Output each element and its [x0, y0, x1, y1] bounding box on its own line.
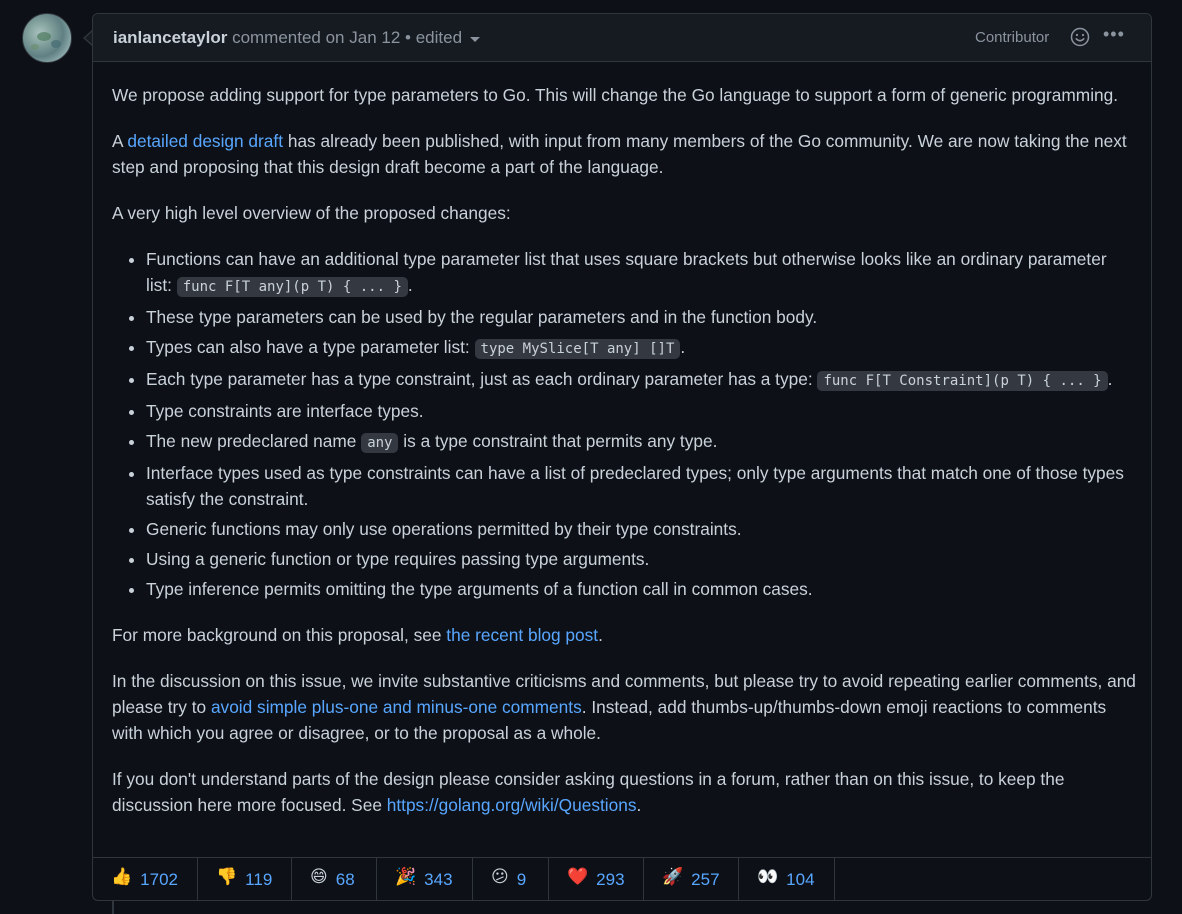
- design-draft-link[interactable]: detailed design draft: [127, 131, 283, 151]
- reactions-bar: 👍 1702 👎 119 😄 68 🎉 343 😕 9 ❤️ 293 🚀 257 👀 104: [93, 857, 1151, 901]
- author-link[interactable]: ianlancetaylor: [113, 28, 227, 47]
- eyes-icon: 👀: [757, 866, 779, 886]
- reaction-count: 68: [335, 869, 355, 889]
- reaction-laugh[interactable]: 😄 68: [292, 858, 377, 901]
- more-options-icon[interactable]: •••: [1103, 25, 1129, 46]
- list-item: Functions can have an additional type pa…: [146, 246, 1137, 300]
- edited-label: edited: [415, 28, 463, 47]
- comment-body: We propose adding support for type param…: [112, 82, 1137, 838]
- reaction-hooray[interactable]: 🎉 343: [377, 858, 473, 901]
- list-item: Type inference permits omitting the type…: [146, 576, 1137, 602]
- paragraph-intro: We propose adding support for type param…: [112, 85, 1119, 105]
- chevron-down-icon: [470, 37, 481, 43]
- thumbs-up-icon: 👍: [111, 866, 133, 886]
- reaction-count: 293: [596, 869, 625, 889]
- reaction-heart[interactable]: ❤️ 293: [549, 858, 644, 901]
- list-item: The new predeclared name any is a type c…: [146, 428, 1137, 456]
- changes-list: Functions can have an additional type pa…: [146, 246, 1137, 602]
- code-snippet: func F[T any](p T) { ... }: [176, 277, 408, 297]
- laugh-icon: 😄: [310, 866, 328, 886]
- issue-comment: ianlancetaylor commented on Jan 12 • edi…: [92, 13, 1152, 901]
- paragraph-background: For more background on this proposal, se…: [112, 625, 603, 645]
- list-item: These type parameters can be used by the…: [146, 304, 1137, 330]
- reaction-count: 104: [786, 869, 815, 889]
- comment-action[interactable]: commented on Jan 12: [232, 28, 400, 47]
- reaction-thumbs-up[interactable]: 👍 1702: [93, 858, 198, 901]
- reaction-eyes[interactable]: 👀 104: [739, 858, 835, 901]
- reaction-count: 119: [245, 869, 273, 889]
- questions-wiki-link[interactable]: https://golang.org/wiki/Questions: [387, 795, 637, 815]
- meta-separator: •: [405, 28, 411, 47]
- add-reaction-icon[interactable]: [1070, 27, 1090, 47]
- reaction-confused[interactable]: 😕 9: [473, 858, 549, 901]
- reaction-count: 9: [516, 869, 527, 889]
- list-item: Interface types used as type constraints…: [146, 460, 1137, 512]
- blog-post-link[interactable]: the recent blog post: [446, 625, 598, 645]
- paragraph-draft: A detailed design draft has already been…: [112, 131, 1127, 177]
- list-item: Type constraints are interface types.: [146, 398, 1137, 424]
- paragraph-discussion: In the discussion on this issue, we invi…: [112, 671, 1136, 743]
- reaction-thumbs-down[interactable]: 👎 119: [198, 858, 292, 901]
- code-snippet: any: [361, 433, 399, 453]
- timeline-line: [112, 901, 114, 914]
- comment-header: ianlancetaylor commented on Jan 12 • edi…: [93, 14, 1151, 62]
- thumbs-down-icon: 👎: [216, 866, 238, 886]
- heart-icon: ❤️: [567, 866, 589, 886]
- reaction-count: 257: [691, 869, 720, 889]
- reaction-count: 343: [424, 869, 453, 889]
- contributor-badge: Contributor: [975, 29, 1050, 46]
- reaction-count: 1702: [140, 869, 178, 889]
- paragraph-questions: If you don't understand parts of the des…: [112, 769, 1065, 815]
- code-snippet: type MySlice[T any] []T: [474, 339, 681, 359]
- hooray-icon: 🎉: [395, 866, 417, 886]
- confused-icon: 😕: [491, 866, 509, 886]
- list-item: Each type parameter has a type constrain…: [146, 366, 1137, 394]
- comment-meta: ianlancetaylor commented on Jan 12 • edi…: [113, 28, 481, 48]
- reaction-rocket[interactable]: 🚀 257: [644, 858, 739, 901]
- rocket-icon: 🚀: [662, 866, 684, 886]
- list-item: Using a generic function or type require…: [146, 546, 1137, 572]
- plus-one-guidance-link[interactable]: avoid simple plus-one and minus-one comm…: [211, 697, 582, 717]
- paragraph-overview: A very high level overview of the propos…: [112, 203, 511, 223]
- list-item: Types can also have a type parameter lis…: [146, 334, 1137, 362]
- edited-dropdown[interactable]: edited: [415, 28, 481, 47]
- list-item: Generic functions may only use operation…: [146, 516, 1137, 542]
- code-snippet: func F[T Constraint](p T) { ... }: [817, 371, 1108, 391]
- avatar[interactable]: [22, 13, 72, 63]
